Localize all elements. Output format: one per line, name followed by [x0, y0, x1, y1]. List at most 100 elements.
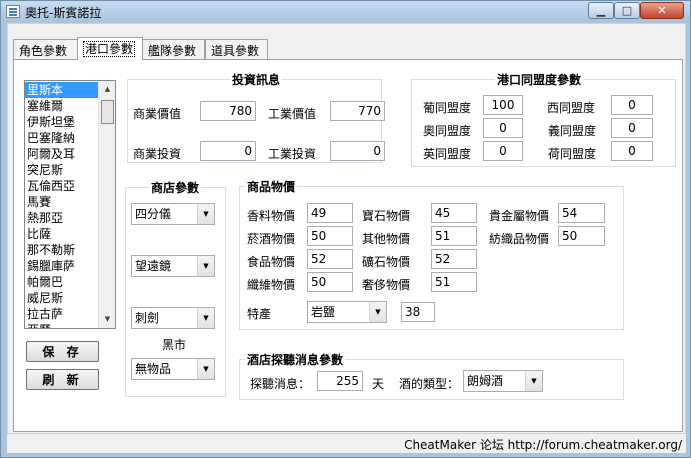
tab-port[interactable]: 港口參數 [77, 37, 143, 60]
port-list-item[interactable]: 馬賽 [25, 194, 98, 210]
port-list-item[interactable]: 塞維爾 [25, 98, 98, 114]
tab-items-label: 道具參數 [211, 44, 260, 58]
other-price-field[interactable] [431, 226, 477, 246]
app-window: 奧托-斯賓諾拉 ▁ □ ✕ 角色參數 港口參數 艦隊參數 道具參數 里斯本 塞維… [0, 0, 691, 458]
liquor-price-field[interactable] [307, 226, 353, 246]
scroll-up-icon[interactable]: ▲ [100, 82, 115, 97]
port-list-item[interactable]: 巴塞隆納 [25, 130, 98, 146]
esp-alliance-field[interactable] [611, 95, 653, 115]
metal-price-label: 貴金屬物價 [489, 209, 550, 223]
luxury-price-field[interactable] [431, 272, 477, 292]
shop-item1-value: 四分儀 [135, 207, 172, 221]
gem-price-field[interactable] [431, 203, 477, 223]
shop-item2-value: 望遠鏡 [135, 259, 172, 273]
ned-alliance-label: 荷同盟度 [548, 147, 597, 161]
port-list-item[interactable]: 帕爾巴 [25, 274, 98, 290]
port-panel: 里斯本 塞維爾 伊斯坦堡 巴塞隆納 阿爾及耳 突尼斯 瓦倫西亞 馬賽 熱那亞 比… [13, 59, 683, 432]
ned-alliance-field[interactable] [611, 141, 653, 161]
eng-alliance-field[interactable] [483, 141, 523, 161]
minimize-icon: ▁ [596, 4, 606, 17]
port-list-item[interactable]: 比薩 [25, 226, 98, 242]
port-list-item[interactable]: 拉古萨 [25, 306, 98, 322]
tab-role-label: 角色參數 [19, 44, 68, 58]
shop-item3-select[interactable]: 刺劍 ▼ [131, 307, 215, 329]
refresh-button[interactable]: 刷 新 [26, 369, 99, 390]
alliance-title: 港口同盟度參數 [495, 71, 584, 88]
spice-price-field[interactable] [307, 203, 353, 223]
port-list-item[interactable]: 錫臘庫萨 [25, 258, 98, 274]
drink-type-value: 朗姆酒 [467, 374, 504, 388]
chevron-down-icon[interactable]: ▼ [197, 204, 214, 224]
spice-price-label: 香料物價 [247, 209, 296, 223]
port-list-item[interactable]: 威尼斯 [25, 290, 98, 306]
scroll-thumb[interactable] [101, 100, 114, 124]
port-list-item[interactable]: 阿爾及耳 [25, 146, 98, 162]
news-days-field[interactable] [317, 371, 363, 391]
ita-alliance-field[interactable] [611, 118, 653, 138]
port-list-item[interactable]: 突尼斯 [25, 162, 98, 178]
metal-price-field[interactable] [558, 203, 605, 223]
black-market-select[interactable]: 無物品 ▼ [131, 358, 215, 380]
industry-value-field[interactable] [330, 101, 385, 121]
shop-title: 商店參數 [149, 179, 202, 196]
shop-item2-select[interactable]: 望遠鏡 ▼ [131, 255, 215, 277]
commerce-invest-field[interactable] [200, 141, 256, 161]
shop-item1-select[interactable]: 四分儀 ▼ [131, 203, 215, 225]
client-area: 角色參數 港口參數 艦隊參數 道具參數 里斯本 塞維爾 伊斯坦堡 巴塞隆納 阿爾… [7, 23, 686, 434]
port-list-item[interactable]: 瓦倫西亞 [25, 178, 98, 194]
tab-port-label: 港口參數 [83, 41, 136, 57]
chevron-down-icon[interactable]: ▼ [197, 256, 214, 276]
port-list-item[interactable]: 熱那亞 [25, 210, 98, 226]
window-title: 奧托-斯賓諾拉 [25, 6, 102, 20]
ott-alliance-field[interactable] [483, 118, 523, 138]
chevron-down-icon[interactable]: ▼ [369, 302, 386, 322]
textile-price-field[interactable] [558, 226, 605, 246]
chevron-down-icon[interactable]: ▼ [197, 359, 214, 379]
commerce-value-field[interactable] [200, 101, 256, 121]
investment-title: 投資訊息 [230, 71, 283, 88]
por-alliance-label: 葡同盟度 [423, 101, 472, 115]
app-icon [6, 5, 20, 18]
port-list-item[interactable]: 亞歷 [25, 322, 98, 328]
special-product-select[interactable]: 岩鹽 ▼ [307, 301, 387, 323]
tab-items[interactable]: 道具參數 [205, 39, 268, 59]
port-list-item[interactable]: 里斯本 [25, 82, 98, 98]
food-price-field[interactable] [307, 249, 353, 269]
save-button[interactable]: 保 存 [26, 341, 99, 362]
status-bar: CheatMaker 论坛 http://forum.cheatmaker.or… [7, 434, 686, 453]
maximize-icon: □ [621, 4, 633, 17]
mineral-price-field[interactable] [431, 249, 477, 269]
industry-invest-field[interactable] [330, 141, 385, 161]
commerce-invest-label: 商業投資 [133, 147, 182, 161]
tab-fleet[interactable]: 艦隊參數 [142, 39, 205, 59]
status-text: CheatMaker 论坛 http://forum.cheatmaker.or… [404, 438, 682, 452]
drink-type-select[interactable]: 朗姆酒 ▼ [463, 370, 543, 392]
port-list-item[interactable]: 那不勒斯 [25, 242, 98, 258]
textile-price-label: 紡織品物價 [489, 232, 550, 246]
special-price-field[interactable] [401, 302, 435, 322]
chevron-down-icon[interactable]: ▼ [525, 371, 542, 391]
fiber-price-field[interactable] [307, 272, 353, 292]
investment-group: 投資訊息 商業價值 工業價值 商業投資 工業投資 [127, 71, 385, 163]
goods-price-group: 商品物價 香料物價 寶石物價 貴金屬物價 菸酒物價 其他物價 紡織品物價 食品物… [239, 178, 624, 330]
chevron-down-icon[interactable]: ▼ [197, 308, 214, 328]
port-list[interactable]: 里斯本 塞維爾 伊斯坦堡 巴塞隆納 阿爾及耳 突尼斯 瓦倫西亞 馬賽 熱那亞 比… [24, 80, 116, 329]
por-alliance-field[interactable] [483, 95, 523, 115]
esp-alliance-label: 西同盟度 [547, 101, 596, 115]
minimize-button[interactable]: ▁ [588, 2, 614, 19]
maximize-button[interactable]: □ [614, 2, 640, 19]
ita-alliance-label: 義同盟度 [548, 124, 597, 138]
tavern-title: 酒店探聽消息參數 [245, 351, 346, 368]
scroll-down-icon[interactable]: ▼ [100, 312, 115, 327]
mineral-price-label: 礦石物價 [362, 255, 411, 269]
shop-group: 商店參數 四分儀 ▼ 望遠鏡 ▼ 刺劍 ▼ 黑市 無物品 ▼ [125, 179, 226, 397]
shop-item3-value: 刺劍 [135, 311, 160, 325]
tab-role[interactable]: 角色參數 [13, 39, 78, 59]
industry-value-label: 工業價值 [268, 107, 317, 121]
alliance-group: 港口同盟度參數 葡同盟度 西同盟度 奧同盟度 義同盟度 英同盟度 荷同盟度 [411, 71, 676, 167]
port-list-item[interactable]: 伊斯坦堡 [25, 114, 98, 130]
port-list-scrollbar[interactable]: ▲ ▼ [98, 81, 115, 328]
title-bar: 奧托-斯賓諾拉 ▁ □ ✕ [1, 1, 690, 22]
close-button[interactable]: ✕ [640, 2, 684, 19]
special-product-value: 岩鹽 [311, 305, 336, 319]
